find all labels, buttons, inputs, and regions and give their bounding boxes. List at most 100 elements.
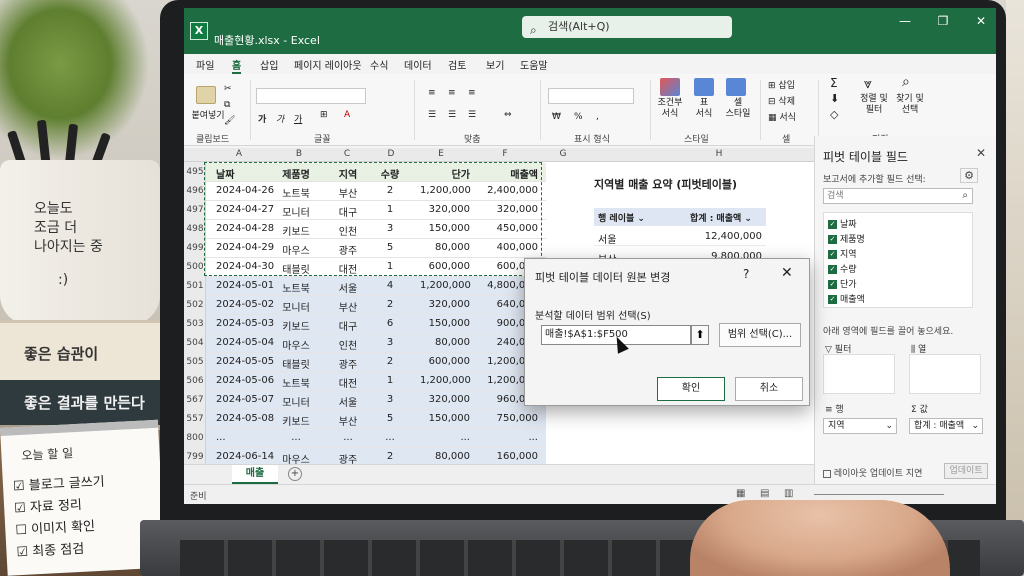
table-cell[interactable]: 부산 <box>330 299 366 314</box>
table-cell[interactable]: 대전 <box>330 375 366 390</box>
help-icon[interactable]: ? <box>743 267 749 281</box>
col-b[interactable]: B <box>284 149 314 159</box>
cell-styles-button[interactable]: 셀 스타일 <box>720 98 756 120</box>
select-range-button[interactable]: 범위 선택(C)... <box>719 323 801 347</box>
borders-icon[interactable]: ⊞ <box>320 110 328 120</box>
table-cell[interactable]: 대구 <box>330 318 366 333</box>
font-color-icon[interactable]: A <box>344 110 350 120</box>
tab-help[interactable]: 도움말 <box>520 57 548 72</box>
table-cell[interactable]: 1,200,000 <box>420 280 471 291</box>
fill-icon[interactable]: ⬇ <box>830 92 839 105</box>
row-number[interactable]: 503 <box>184 319 206 329</box>
tab-insert[interactable]: 삽입 <box>260 57 278 72</box>
format-cells-button[interactable]: ▦ 서식 <box>768 110 796 123</box>
table-cell[interactable]: 마우스 <box>276 337 316 352</box>
table-cell[interactable]: 3 <box>378 337 402 348</box>
percent-icon[interactable]: % <box>574 112 583 122</box>
tab-file[interactable]: 파일 <box>196 57 214 72</box>
table-cell[interactable]: ... <box>276 432 316 443</box>
bold-button[interactable]: 가 <box>258 112 266 125</box>
currency-icon[interactable]: ₩ <box>552 112 561 122</box>
table-cell[interactable]: 80,000 <box>420 337 470 348</box>
table-cell[interactable]: 4 <box>378 280 402 291</box>
table-cell[interactable]: 2024-05-02 <box>216 299 274 310</box>
tab-review[interactable]: 검토 <box>448 57 466 72</box>
table-cell[interactable]: 3 <box>378 394 402 405</box>
col-c[interactable]: C <box>332 149 362 159</box>
field-qty[interactable]: ✓ 수량 <box>828 262 857 275</box>
insert-cells-button[interactable]: ⊞ 삽입 <box>768 78 795 91</box>
col-g[interactable]: G <box>548 149 578 159</box>
table-cell[interactable]: ... <box>216 432 270 443</box>
table-cell[interactable]: 2024-05-08 <box>216 413 274 424</box>
delete-cells-button[interactable]: ⊟ 삭제 <box>768 94 795 107</box>
table-cell[interactable]: 600,000 <box>420 356 470 367</box>
table-cell[interactable]: 모니터 <box>276 299 316 314</box>
row-number[interactable]: 495 <box>184 167 206 177</box>
table-cell[interactable]: 2024-05-05 <box>216 356 274 367</box>
table-cell[interactable]: 750,000 <box>474 413 538 424</box>
align-top-icon[interactable]: ≡ <box>428 88 436 98</box>
table-cell[interactable]: 모니터 <box>276 394 316 409</box>
table-row[interactable]: 2024-05-05 태블릿 광주 2 600,000 1,200,000 <box>206 353 546 372</box>
row-number[interactable]: 501 <box>184 281 206 291</box>
row-number[interactable]: 496 <box>184 186 206 196</box>
table-cell[interactable]: 1,200,000 <box>420 375 471 386</box>
page-layout-view-icon[interactable]: ▤ <box>760 488 769 499</box>
row-number[interactable]: 799 <box>184 452 206 462</box>
row-number[interactable]: 497 <box>184 205 206 215</box>
copy-icon[interactable]: ⧉ <box>224 100 230 110</box>
paste-button[interactable]: 붙여넣기 <box>188 108 228 121</box>
table-cell[interactable]: 태블릿 <box>276 356 316 371</box>
col-f[interactable]: F <box>490 149 520 159</box>
table-row[interactable]: 2024-05-03 키보드 대구 6 150,000 900,000 <box>206 315 546 334</box>
clear-icon[interactable]: ◇ <box>830 108 838 121</box>
table-row[interactable]: 2024-05-01 노트북 서울 4 1,200,000 4,800,000 <box>206 277 546 296</box>
sum-field-dropdown[interactable]: 합계 : 매출액 ⌄ <box>690 211 752 224</box>
font-name-box[interactable] <box>256 88 366 104</box>
table-cell[interactable]: 서울 <box>330 394 366 409</box>
table-cell[interactable]: 노트북 <box>276 375 316 390</box>
tab-formulas[interactable]: 수식 <box>370 57 388 72</box>
sort-filter-icon[interactable]: ⩔ <box>864 76 872 92</box>
find-icon[interactable]: ⌕ <box>902 74 910 90</box>
table-cell[interactable]: 320,000 <box>420 394 470 405</box>
table-format-icon[interactable] <box>694 78 714 96</box>
row-number[interactable]: 800 <box>184 433 206 443</box>
table-cell[interactable]: ... <box>474 432 538 443</box>
tab-home[interactable]: 홈 <box>232 57 242 74</box>
tab-view[interactable]: 보기 <box>486 57 504 72</box>
row-number[interactable]: 557 <box>184 414 206 424</box>
col-h[interactable]: H <box>704 149 734 159</box>
autosum-icon[interactable]: Σ <box>830 76 838 90</box>
filter-drop-area[interactable] <box>823 354 895 394</box>
table-cell[interactable]: 2024-06-14 <box>216 451 274 462</box>
normal-view-icon[interactable]: ▦ <box>736 488 745 499</box>
table-cell[interactable]: 노트북 <box>276 280 316 295</box>
table-cell[interactable]: 320,000 <box>420 299 470 310</box>
row-number[interactable]: 502 <box>184 300 206 310</box>
cut-icon[interactable]: ✂ <box>224 84 232 94</box>
table-cell[interactable]: 키보드 <box>276 318 316 333</box>
field-search-input[interactable]: 검색 ⌕ <box>823 188 973 204</box>
field-date[interactable]: ✓ 날짜 <box>828 217 857 230</box>
field-product[interactable]: ✓ 제품명 <box>828 232 865 245</box>
update-button[interactable]: 업데이트 <box>944 463 988 479</box>
table-cell[interactable]: ... <box>378 432 402 443</box>
align-bottom-icon[interactable]: ≡ <box>468 88 476 98</box>
table-row[interactable]: .................. <box>206 429 546 448</box>
table-cell[interactable]: 150,000 <box>420 318 470 329</box>
italic-button[interactable]: 가 <box>276 112 284 125</box>
align-middle-icon[interactable]: ≡ <box>448 88 456 98</box>
table-cell[interactable]: ... <box>330 432 366 443</box>
table-cell[interactable]: 부산 <box>330 413 366 428</box>
row-number[interactable]: 506 <box>184 376 206 386</box>
minimize-button[interactable]: — <box>898 14 912 28</box>
row-number[interactable]: 567 <box>184 395 206 405</box>
underline-button[interactable]: 가 <box>294 112 302 125</box>
paste-icon[interactable] <box>196 86 216 104</box>
format-as-table-button[interactable]: 표 서식 <box>688 98 720 120</box>
defer-layout-checkbox[interactable]: 레이아웃 업데이트 지연 <box>823 466 922 479</box>
align-left-icon[interactable]: ☰ <box>428 110 436 120</box>
cancel-button[interactable]: 취소 <box>735 377 803 401</box>
